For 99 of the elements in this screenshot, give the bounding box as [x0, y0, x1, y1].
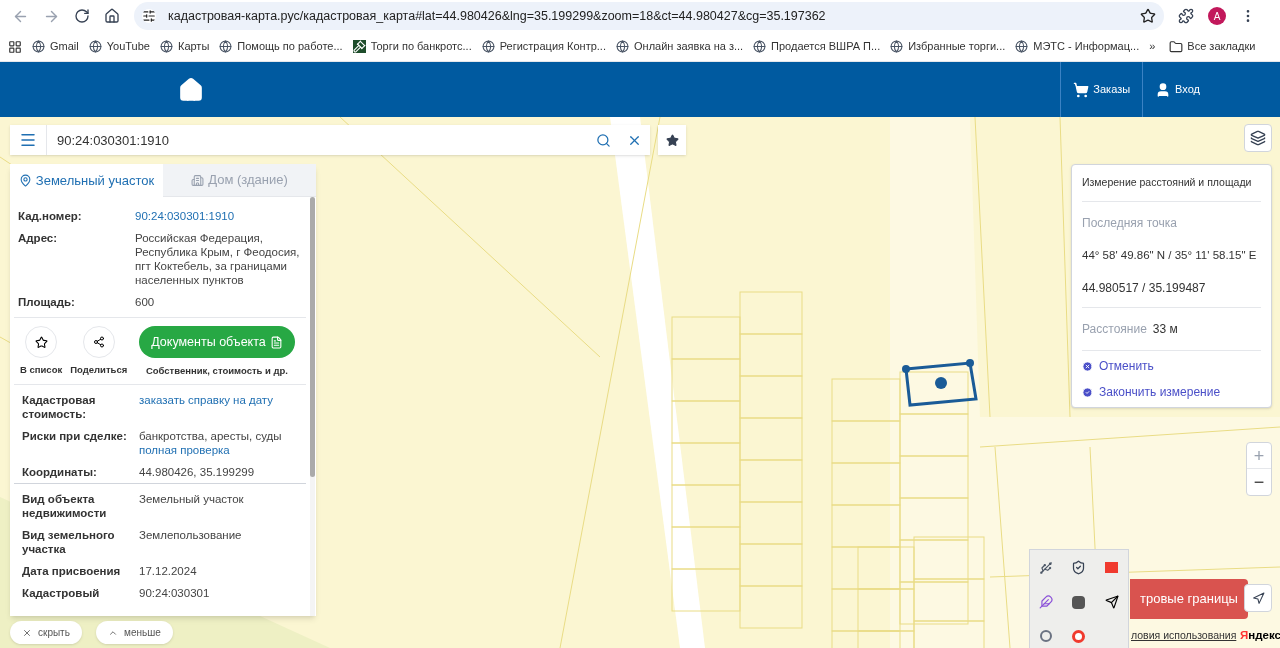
share-icon [92, 336, 105, 348]
globe-icon [159, 40, 173, 53]
field-value: Российская Федерация, Республика Крым, г Феодосия, пгт Коктебель, за границами населенных пунктов [135, 232, 300, 286]
bookmark-item[interactable]: Торги по банкротс... [352, 38, 472, 55]
search-input[interactable]: 90:24:030301:1910 [46, 125, 588, 155]
star-icon [665, 133, 679, 147]
extensions-icon[interactable] [1178, 8, 1194, 24]
apps-icon[interactable] [8, 39, 22, 54]
value-link[interactable]: 90:24:030301:1910 [135, 210, 235, 222]
field-value: 17.12.2024 [139, 565, 197, 578]
cancel-button[interactable]: Отменить [1082, 357, 1261, 375]
value-link[interactable]: заказать справку на дату [139, 394, 273, 407]
layers-button[interactable] [1244, 124, 1272, 152]
boundaries-button[interactable]: тровые границы [1130, 579, 1248, 619]
field-label: Кадастровая стоимость: [22, 393, 97, 422]
documents-note: Собственник, стоимость и др. [145, 364, 288, 378]
favorite-button[interactable] [658, 125, 686, 155]
zoom-out-button[interactable]: − [1247, 469, 1271, 495]
finish-measurement-button[interactable]: Закончить измерение [1082, 383, 1261, 401]
distance-label: Расстояние [1082, 321, 1147, 338]
all-bookmarks-item[interactable]: Все закладки [1169, 38, 1256, 55]
search-icon[interactable] [596, 132, 611, 148]
home-icon[interactable] [178, 76, 204, 103]
site-settings-icon [142, 9, 156, 23]
field-value: Земельный участок [139, 493, 244, 506]
send-icon [1104, 595, 1119, 610]
field-value: банкротства, аресты, суды [139, 429, 283, 444]
globe-icon [88, 40, 102, 53]
hide-button[interactable]: скрыть [10, 621, 82, 644]
usb-icon [1039, 560, 1054, 575]
field-value: 44.980426, 35.199299 [139, 466, 255, 479]
field-label: Дата присвоения [22, 564, 122, 579]
globe-icon [890, 40, 904, 53]
close-icon [22, 627, 32, 638]
map-pin-icon [18, 174, 32, 187]
search-field[interactable]: 90:24:030301:1910 [10, 125, 650, 155]
bookmark-item[interactable]: Избранные торги... [890, 38, 1006, 55]
field-value: 600 [135, 296, 155, 308]
globe-icon [1015, 40, 1029, 53]
gavel-icon [352, 40, 366, 53]
cancel-icon [1082, 360, 1093, 372]
globe-icon [481, 40, 495, 53]
bookmark-item[interactable]: YouTube [88, 38, 150, 55]
panel-title: Измерение расстояний и площади [1082, 165, 1261, 202]
field-label: Вид земельного участка [22, 528, 116, 557]
navigation-arrow-icon [1251, 591, 1265, 605]
browser-icon [1072, 629, 1086, 643]
last-point-label: Последняя точка [1082, 214, 1178, 232]
bookmark-item[interactable]: Онлайн заявка на з... [616, 38, 744, 55]
field-label: Кад.номер: [18, 209, 83, 223]
reload-icon[interactable] [74, 8, 90, 24]
field-label: Площадь: [18, 295, 76, 309]
terms-link[interactable]: ловия использования [1131, 628, 1237, 644]
profile-avatar[interactable]: A [1208, 7, 1226, 25]
star-icon [34, 335, 48, 349]
distance-value: 33 м [1152, 321, 1178, 338]
url-text: кадастровая-карта.рус/кадастровая_карта#lat=44.980426&lng=35.199299&zoom=18&ct=44.980427&cg=35.197362 [168, 7, 827, 25]
document-icon [269, 335, 283, 349]
field-label: Риски при сделке: [22, 429, 128, 445]
action-caption: В список [20, 363, 63, 377]
field-value: 90:24:030301 [139, 587, 210, 600]
cart-icon [1073, 81, 1090, 98]
folder-icon [1169, 39, 1184, 54]
building-icon [191, 173, 205, 187]
feather-icon [1039, 595, 1054, 610]
globe-icon [32, 40, 45, 53]
less-button[interactable]: меньше [96, 621, 173, 644]
shield-icon [1071, 560, 1087, 576]
record-icon [1105, 562, 1119, 574]
bookmark-item[interactable]: Регистрация Контр... [481, 38, 606, 55]
address-bar[interactable]: кадастровая-карта.рус/кадастровая_карта#lat=44.980426&lng=35.199299&zoom=18&ct=44.980427&cg=35.197362 [134, 2, 1164, 30]
field-label: Адрес: [18, 231, 59, 246]
bookmark-item[interactable]: Gmail [32, 38, 79, 55]
field-label: Кадастровый [22, 586, 101, 601]
globe-icon [616, 40, 629, 53]
locate-button[interactable] [1244, 584, 1272, 612]
coordinates-decimal: 44.980517 / 35.199487 [1082, 264, 1261, 308]
globe-icon [753, 40, 767, 53]
app-icon [1040, 630, 1053, 643]
check-icon [1082, 386, 1093, 398]
menu-icon[interactable] [19, 131, 37, 149]
bookmark-star-icon[interactable] [1140, 8, 1156, 24]
bookmark-item[interactable]: МЭТС - Информац... [1015, 38, 1140, 55]
coordinates-dms: 44° 58' 49.86" N / 35° 11' 58.15" E [1082, 247, 1258, 263]
home-icon[interactable] [104, 8, 120, 24]
field-value: Землепользование [139, 529, 242, 542]
check-link[interactable]: полная проверка [139, 443, 298, 458]
globe-icon [219, 40, 233, 53]
map-logo: Яндекс [1240, 628, 1280, 643]
field-label: Вид объекта недвижимости [22, 492, 108, 521]
action-caption: Поделиться [70, 363, 128, 377]
tab[interactable]: Земельный участок [10, 164, 163, 197]
layers-icon [1250, 130, 1266, 146]
bookmark-item[interactable]: Продается ВШРА П... [753, 38, 881, 55]
bookmark-item[interactable]: Помощь по работе... [219, 38, 343, 55]
more-bookmarks-button[interactable]: » [1149, 38, 1156, 55]
app-icon [1072, 596, 1086, 609]
field-label: Координаты: [22, 465, 98, 480]
bookmark-item[interactable]: Карты [159, 38, 210, 55]
